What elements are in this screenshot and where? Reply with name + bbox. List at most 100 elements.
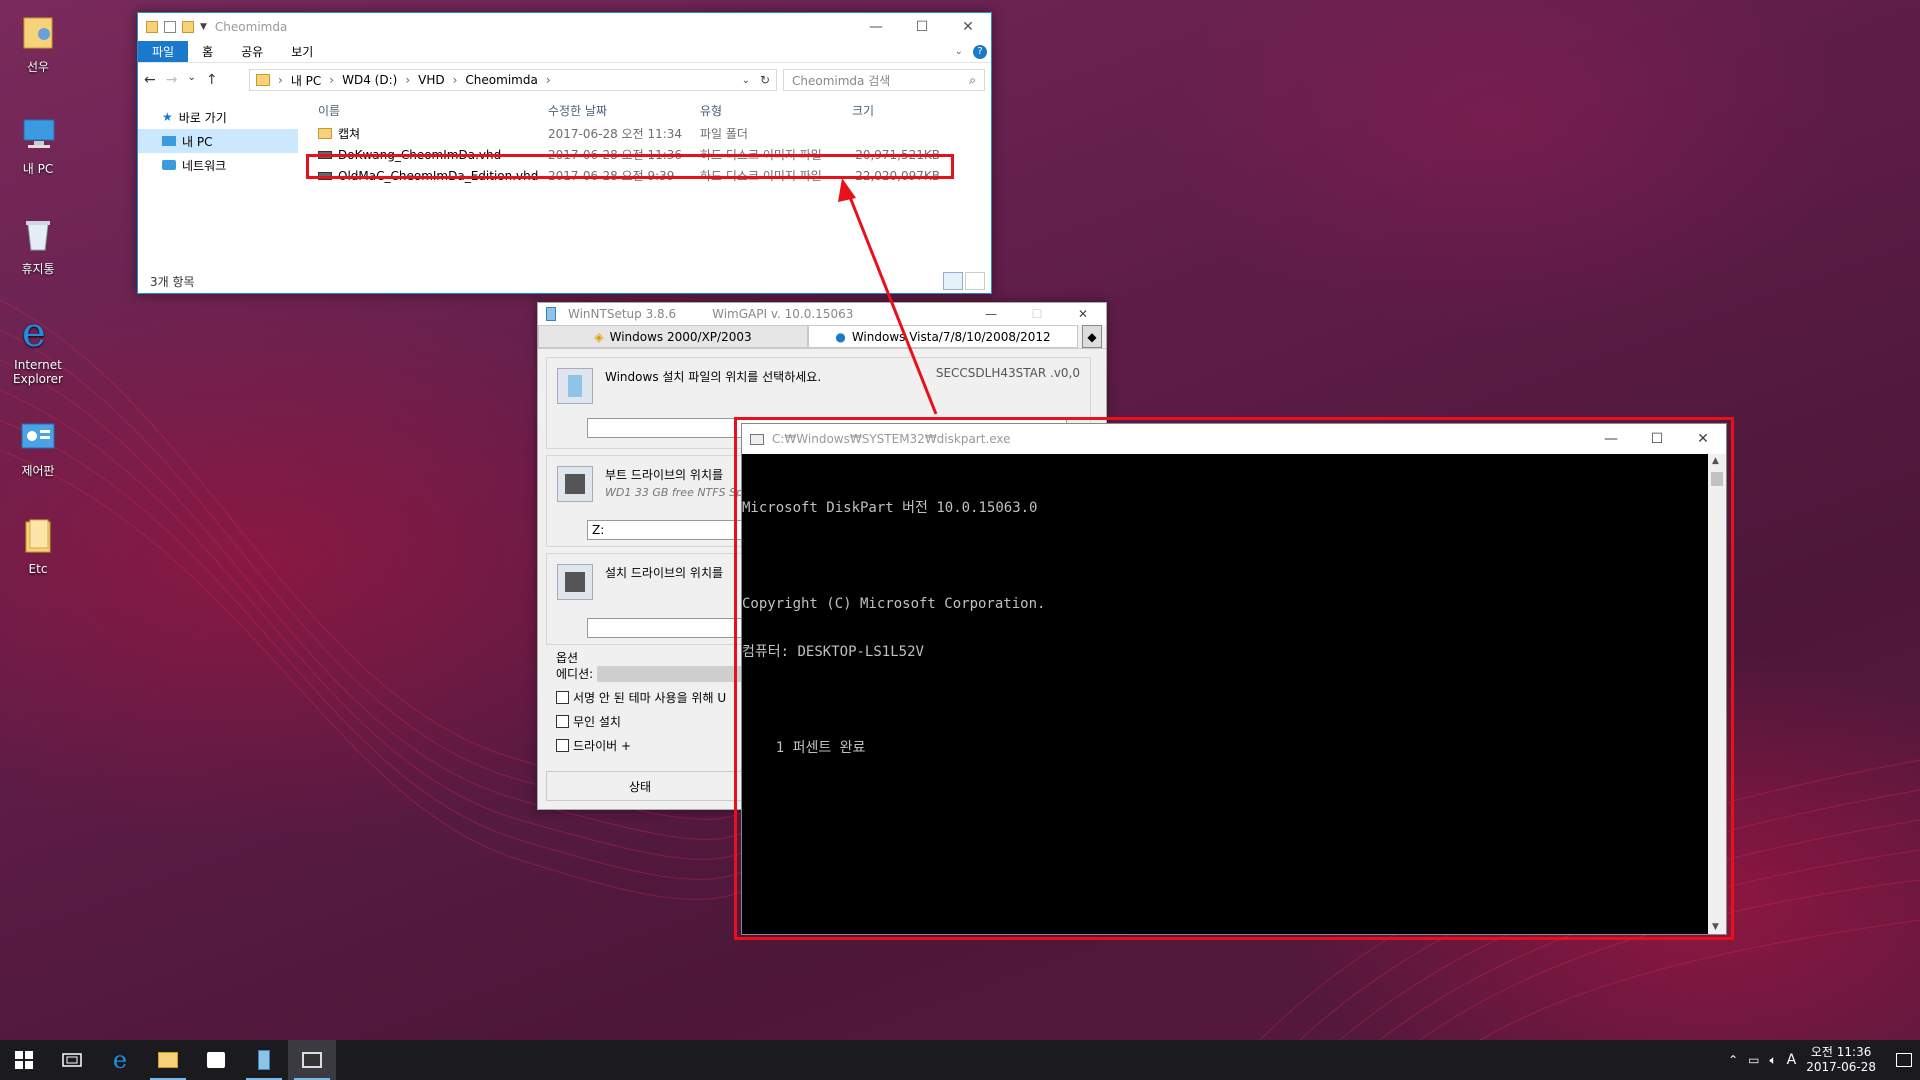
checkbox[interactable]: [556, 691, 569, 704]
recent-dropdown-icon[interactable]: ⌄: [187, 72, 195, 88]
clock-time: 오전 11:36: [1810, 1045, 1872, 1059]
breadcrumb-item[interactable]: 내 PC: [291, 72, 321, 89]
back-arrow-icon[interactable]: ←: [144, 72, 156, 88]
console-icon: [302, 1052, 322, 1068]
highlight-console: [734, 417, 1734, 940]
folder-icon: [256, 74, 270, 86]
clock[interactable]: 오전 11:36 2017-06-28: [1806, 1045, 1876, 1075]
status-bar: 3개 항목: [138, 269, 991, 293]
source-right-text: SECCSDLH43STAR .v0,0: [935, 366, 1080, 380]
folder-icon: [16, 514, 60, 558]
checkbox[interactable]: [556, 739, 569, 752]
desktop-icon-etc[interactable]: Etc: [8, 514, 68, 576]
option-drivers[interactable]: 드라이버 +: [556, 737, 631, 754]
install-source-icon: [557, 368, 593, 404]
network-icon: [162, 160, 176, 170]
show-hidden-icons-icon[interactable]: ⌃: [1728, 1053, 1738, 1067]
task-view-button[interactable]: [48, 1040, 96, 1080]
column-date[interactable]: 수정한 날짜: [542, 102, 694, 119]
status-label: 상태: [629, 779, 652, 794]
desktop-icon-control-panel[interactable]: 제어판: [8, 414, 68, 479]
start-button[interactable]: [0, 1040, 48, 1080]
nav-label: 바로 가기: [178, 110, 227, 125]
column-size[interactable]: 크기: [846, 102, 946, 119]
nav-item-quick-access[interactable]: ★ 바로 가기: [138, 105, 298, 129]
new-folder-icon[interactable]: [182, 21, 194, 33]
desktop-icon-label: Etc: [28, 562, 48, 576]
ime-indicator[interactable]: A: [1787, 1052, 1797, 1068]
tab-legacy-windows[interactable]: ◈ Windows 2000/XP/2003: [538, 325, 808, 348]
address-dropdown-icon[interactable]: ⌄: [742, 75, 750, 86]
maximize-button[interactable]: ☐: [899, 13, 945, 41]
store-button[interactable]: [192, 1040, 240, 1080]
properties-icon[interactable]: [164, 21, 176, 33]
help-icon[interactable]: ?: [973, 44, 987, 59]
address-field[interactable]: › 내 PC › WD4 (D:) › VHD › Cheomimda › ⌄ …: [249, 69, 777, 91]
maximize-button[interactable]: ☐: [1014, 303, 1060, 325]
file-date: 2017-06-28 오전 11:34: [548, 127, 683, 141]
close-button[interactable]: ✕: [1060, 303, 1106, 325]
breadcrumb-item[interactable]: Cheomimda: [465, 73, 537, 87]
explorer-title-bar[interactable]: ▼ Cheomimda — ☐ ✕: [138, 13, 991, 41]
file-row[interactable]: 캡쳐 2017-06-28 오전 11:34 파일 폴더: [312, 123, 991, 144]
desktop-icon-recycle-bin[interactable]: 휴지통: [8, 212, 68, 277]
desktop-icon-label: 제어판: [21, 464, 55, 478]
settings-icon[interactable]: ◆: [1082, 325, 1102, 348]
console-taskbar-button[interactable]: [288, 1040, 336, 1080]
tab-file[interactable]: 파일: [138, 41, 189, 62]
desktop-icon-label: 내 PC: [22, 162, 54, 176]
minimize-button[interactable]: —: [968, 303, 1014, 325]
file-explorer-button[interactable]: [144, 1040, 192, 1080]
column-header-row: 이름 수정한 날짜 유형 크기: [312, 97, 991, 123]
windows-xp-flag-icon: ◈: [594, 329, 604, 344]
tab-home[interactable]: 홈: [188, 41, 227, 62]
desktop-icon-this-pc[interactable]: 내 PC: [8, 112, 68, 177]
breadcrumb-item[interactable]: WD4 (D:): [342, 73, 397, 87]
ribbon-expand-icon[interactable]: ⌄: [955, 46, 963, 57]
task-view-icon: [62, 1053, 82, 1067]
edge-button[interactable]: e: [96, 1040, 144, 1080]
close-button[interactable]: ✕: [945, 13, 991, 41]
winntsetup-icon: [546, 307, 556, 321]
search-icon: ⌕: [969, 72, 976, 87]
boot-drive-info: WD1 33 GB free NTFS Sp: [605, 486, 744, 499]
file-explorer-window[interactable]: ▼ Cheomimda — ☐ ✕ 파일 홈 공유 보기 ⌄ ? ← → ⌄ ↑…: [137, 12, 992, 294]
options-label-text: 옵션: [556, 651, 579, 665]
file-explorer-icon: [158, 1052, 178, 1068]
column-type[interactable]: 유형: [694, 102, 846, 119]
quick-access-dropdown-icon[interactable]: ▼: [200, 22, 207, 32]
checkbox[interactable]: [556, 715, 569, 728]
search-placeholder: Cheomimda 검색: [792, 73, 891, 88]
up-arrow-icon[interactable]: ↑: [206, 72, 218, 88]
winntsetup-taskbar-button[interactable]: [240, 1040, 288, 1080]
tab-modern-windows[interactable]: ● Windows Vista/7/8/10/2008/2012: [808, 325, 1078, 348]
search-input[interactable]: Cheomimda 검색 ⌕: [783, 69, 985, 91]
nav-item-network[interactable]: 네트워크: [138, 153, 298, 177]
column-name[interactable]: 이름: [312, 102, 542, 119]
minimize-button[interactable]: —: [853, 13, 899, 41]
tab-share[interactable]: 공유: [227, 41, 277, 62]
desktop-icon-user[interactable]: 선우: [8, 10, 68, 75]
network-tray-icon[interactable]: ▭: [1748, 1053, 1759, 1067]
large-icons-view-icon[interactable]: [965, 272, 985, 290]
tab-view[interactable]: 보기: [277, 41, 327, 62]
option-unattended[interactable]: 무인 설치: [556, 713, 621, 730]
edition-select[interactable]: [597, 665, 748, 682]
refresh-icon[interactable]: ↻: [760, 73, 770, 87]
tab-label: Windows 2000/XP/2003: [609, 329, 752, 344]
details-view-icon[interactable]: [943, 272, 963, 290]
breadcrumb-item[interactable]: VHD: [418, 73, 444, 87]
option-label: 드라이버 +: [573, 739, 632, 753]
nav-item-this-pc[interactable]: 내 PC: [138, 129, 298, 153]
user-folder-icon: [16, 10, 60, 54]
volume-icon[interactable]: 🔈︎: [1769, 1053, 1776, 1068]
store-icon: [207, 1052, 225, 1068]
option-unsigned-themes[interactable]: 서명 안 된 테마 사용을 위해 U: [556, 689, 726, 706]
action-center-icon[interactable]: [1896, 1053, 1912, 1067]
control-panel-icon: [16, 414, 60, 458]
winntsetup-title-bar[interactable]: WinNTSetup 3.8.6 WimGAPI v. 10.0.15063 —…: [538, 303, 1106, 325]
desktop-icon-internet-explorer[interactable]: e Internet Explorer: [8, 310, 68, 386]
edition-label: 에디션:: [556, 667, 594, 681]
forward-arrow-icon[interactable]: →: [166, 72, 178, 88]
os-tabs: ◈ Windows 2000/XP/2003 ● Windows Vista/7…: [538, 325, 1106, 349]
